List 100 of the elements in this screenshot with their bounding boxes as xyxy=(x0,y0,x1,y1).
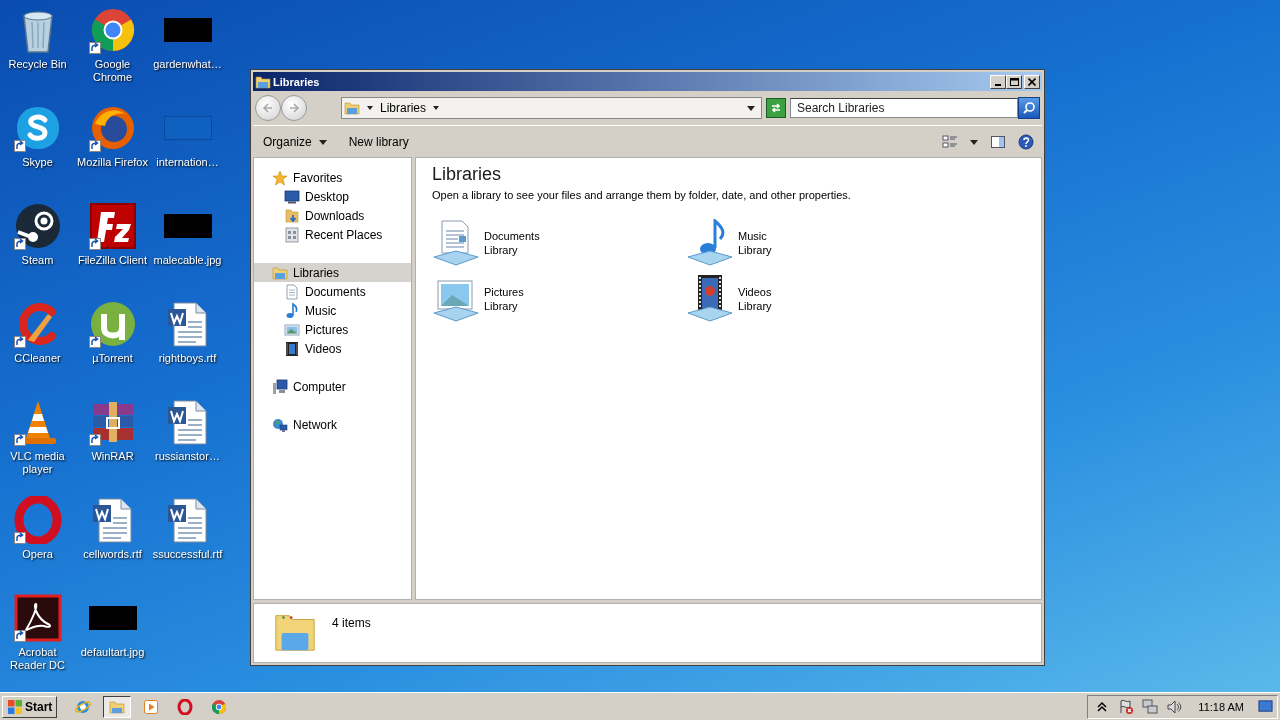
nav-item[interactable]: Desktop xyxy=(254,187,411,206)
icon-label[interactable]: FileZilla Client xyxy=(75,254,150,267)
caret-icon[interactable] xyxy=(366,104,374,112)
clock[interactable]: 11:18 AM xyxy=(1198,700,1244,713)
dropdown-icon[interactable] xyxy=(747,104,755,112)
close-button[interactable] xyxy=(1024,74,1040,89)
back-button[interactable] xyxy=(255,95,281,121)
videos-library-icon[interactable] xyxy=(686,275,734,323)
nav-item[interactable]: Recent Places xyxy=(254,225,411,244)
nav-item[interactable]: Music xyxy=(254,301,411,320)
icon-label[interactable]: Acrobat Reader DC xyxy=(0,646,75,672)
library-type: Library xyxy=(484,299,519,313)
search-field[interactable]: Search Libraries xyxy=(790,98,1018,118)
recent-places-icon xyxy=(284,226,300,243)
library-name[interactable]: Music xyxy=(738,229,772,243)
library-name[interactable]: Pictures xyxy=(484,285,524,299)
nav-item[interactable]: Documents xyxy=(254,282,411,301)
icon-label[interactable]: Opera xyxy=(0,548,75,561)
picture-icon xyxy=(284,321,300,338)
folder-icon xyxy=(284,207,300,224)
toolbar-button[interactable]: Organize xyxy=(257,130,333,153)
address-field[interactable]: Libraries xyxy=(341,97,762,119)
close-icon xyxy=(1028,77,1036,86)
refresh-icon xyxy=(769,101,783,115)
search-icon xyxy=(1022,101,1036,115)
description-text: Open a library to see your files and arrange them by folder, date, and other properties. xyxy=(432,189,852,201)
library-folder-icon xyxy=(255,73,271,90)
caret-icon[interactable] xyxy=(432,104,441,112)
breadcrumb-item[interactable]: Libraries xyxy=(380,101,427,115)
library-type: Library xyxy=(738,299,772,313)
utorrent-icon[interactable] xyxy=(88,300,137,348)
browser-icon xyxy=(75,698,92,715)
icon-label[interactable]: ssuccessful.rtf xyxy=(150,548,225,561)
back-arrow-icon xyxy=(262,102,274,114)
folder-icon xyxy=(109,698,126,715)
speaker-icon[interactable] xyxy=(1166,698,1183,715)
icon-label[interactable]: gardenwhat… xyxy=(150,58,225,71)
icon-label[interactable]: WinRAR xyxy=(75,450,150,463)
forward-arrow-icon xyxy=(288,102,300,114)
icon-label[interactable]: defaultart.jpg xyxy=(75,646,150,659)
nav-item[interactable]: Pictures xyxy=(254,320,411,339)
steam-icon[interactable] xyxy=(13,202,62,250)
library-type: Library xyxy=(738,243,772,257)
acrobat-icon[interactable] xyxy=(13,594,62,642)
nav-item[interactable]: Network xyxy=(254,415,411,434)
start-button[interactable]: Start xyxy=(2,695,58,718)
search-button[interactable] xyxy=(1018,97,1040,119)
minimize-icon xyxy=(995,84,1001,86)
library-type: Library xyxy=(484,243,519,257)
toolbar-button[interactable]: New library xyxy=(342,130,415,153)
view-icon[interactable] xyxy=(942,133,958,150)
computer-icon xyxy=(272,378,288,395)
preview-pane-icon[interactable] xyxy=(990,133,1006,150)
show-desktop-icon[interactable] xyxy=(1258,699,1273,714)
forward-button[interactable] xyxy=(281,95,307,121)
maximize-icon xyxy=(1009,77,1019,86)
minimize-button[interactable] xyxy=(990,74,1006,89)
maximize-button[interactable] xyxy=(1006,74,1022,89)
icon-label[interactable]: Google Chrome xyxy=(75,58,150,84)
icon-label[interactable]: Mozilla Firefox xyxy=(75,156,150,169)
filezilla-icon[interactable] xyxy=(88,202,137,250)
item-count: 4 items xyxy=(332,616,371,630)
windows-logo-icon xyxy=(7,698,23,715)
chrome-icon xyxy=(211,698,228,715)
nav-item[interactable]: Favorites xyxy=(254,168,411,187)
library-name[interactable]: Videos xyxy=(738,285,772,299)
flag-warning-icon[interactable] xyxy=(1118,698,1135,715)
nav-item[interactable]: Computer xyxy=(254,377,411,396)
icon-label[interactable]: Steam xyxy=(0,254,75,267)
icon-label[interactable]: internation… xyxy=(150,156,225,169)
star-icon xyxy=(272,169,288,186)
refresh-button[interactable] xyxy=(766,98,786,118)
nav-item[interactable]: Downloads xyxy=(254,206,411,225)
film-strip-icon xyxy=(284,340,300,357)
taskbar-button[interactable] xyxy=(103,695,132,718)
icon-label[interactable]: russianstor… xyxy=(150,450,225,463)
library-folder-icon xyxy=(272,264,288,281)
icon-label[interactable]: Skype xyxy=(0,156,75,169)
nav-item[interactable]: Videos xyxy=(254,339,411,358)
music-note-icon xyxy=(284,302,300,319)
network-icon[interactable] xyxy=(1142,698,1159,715)
network-icon xyxy=(272,416,288,433)
help-icon[interactable] xyxy=(1018,133,1034,150)
caret-icon[interactable] xyxy=(970,137,978,146)
nav-item[interactable]: Libraries xyxy=(254,263,411,282)
document-icon xyxy=(284,283,300,300)
library-folder-icon xyxy=(344,100,360,116)
icon-label[interactable]: cellwords.rtf xyxy=(75,548,150,561)
icon-label[interactable]: CCleaner xyxy=(0,352,75,365)
documents-library-icon[interactable] xyxy=(432,219,480,267)
icon-label[interactable]: VLC media player xyxy=(0,450,75,476)
icon-label[interactable]: malecable.jpg xyxy=(150,254,225,267)
opera-icon[interactable] xyxy=(13,496,62,544)
icon-label[interactable]: µTorrent xyxy=(75,352,150,365)
music-library-icon[interactable] xyxy=(686,219,734,267)
icon-label[interactable]: Recycle Bin xyxy=(0,58,75,71)
icon-label[interactable]: rightboys.rtf xyxy=(150,352,225,365)
opera-icon xyxy=(177,698,194,715)
library-name[interactable]: Documents xyxy=(484,229,540,243)
monitor-icon xyxy=(284,188,300,205)
